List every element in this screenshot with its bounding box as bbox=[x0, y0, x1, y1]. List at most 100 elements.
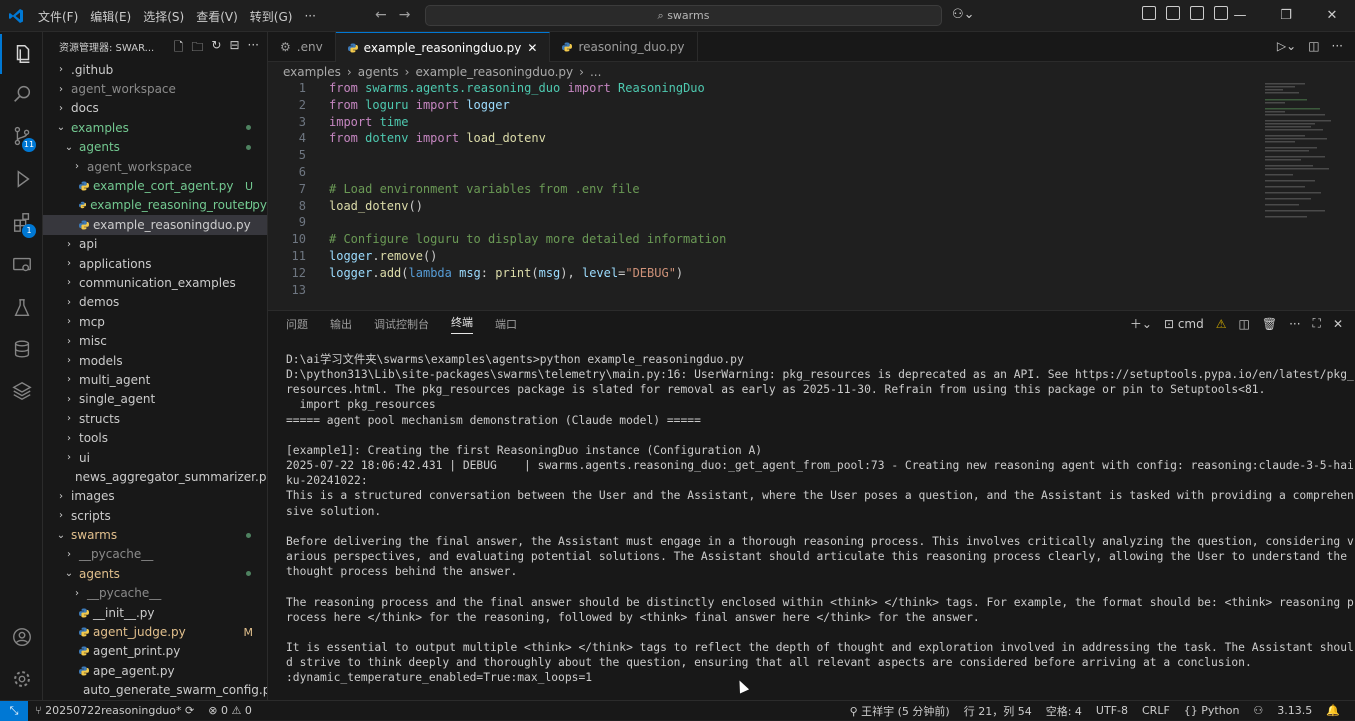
code-line[interactable]: 11 logger.remove() bbox=[268, 249, 1355, 266]
kill-terminal-icon[interactable]: 🗑 bbox=[1262, 317, 1277, 331]
new-file-icon[interactable]: 🗋 bbox=[174, 38, 184, 59]
close-panel-icon[interactable]: ✕ bbox=[1333, 317, 1343, 331]
editor-tab[interactable]: ⚙ .env bbox=[268, 32, 336, 62]
forward-arrow-icon[interactable]: → bbox=[399, 7, 411, 23]
panel-tab[interactable]: 问题 bbox=[286, 316, 308, 332]
code-line[interactable]: 9 bbox=[268, 215, 1355, 232]
more-actions-icon[interactable]: ··· bbox=[1332, 39, 1343, 53]
code-line[interactable]: 10 # Configure loguru to display more det… bbox=[268, 232, 1355, 249]
menu-item[interactable]: 文件(F) bbox=[32, 8, 84, 25]
folder-item[interactable]: › .github bbox=[43, 60, 267, 79]
run-debug-icon[interactable] bbox=[0, 159, 43, 199]
folder-item[interactable]: › images bbox=[43, 487, 267, 506]
folder-item[interactable]: › agent_workspace bbox=[43, 157, 267, 176]
back-arrow-icon[interactable]: ← bbox=[375, 7, 387, 23]
new-terminal-icon[interactable]: ＋⌄ bbox=[1130, 315, 1152, 332]
refresh-icon[interactable]: ↻ bbox=[211, 38, 221, 59]
code-line[interactable]: 7 # Load environment variables from .env … bbox=[268, 182, 1355, 199]
terminal-output[interactable]: D:\ai学习文件夹\swarms\examples\agents>python… bbox=[286, 352, 1354, 685]
folder-item[interactable]: › __pycache__ bbox=[43, 584, 267, 603]
account-icon[interactable] bbox=[0, 617, 43, 657]
search-view-icon[interactable] bbox=[0, 74, 43, 114]
maximize-panel-icon[interactable]: ⛶ bbox=[1313, 316, 1321, 331]
file-item[interactable]: example_reasoning_router.py U bbox=[43, 196, 267, 215]
restore-icon[interactable]: ❐ bbox=[1263, 0, 1309, 32]
code-line[interactable]: 4 from dotenv import load_dotenv bbox=[268, 131, 1355, 148]
menu-item[interactable]: 查看(V) bbox=[190, 8, 244, 25]
folder-item[interactable]: › mcp bbox=[43, 312, 267, 331]
file-item[interactable]: __init__.py bbox=[43, 603, 267, 622]
settings-gear-icon[interactable] bbox=[0, 659, 43, 699]
breadcrumb-item[interactable]: agents bbox=[358, 65, 399, 79]
testing-icon[interactable] bbox=[0, 288, 43, 328]
blame-status[interactable]: ⚲ 王祥宇 (5 分钟前) bbox=[843, 703, 957, 719]
panel-tab[interactable]: 调试控制台 bbox=[374, 316, 429, 332]
terminal-shell-icon[interactable]: ⊡ cmd bbox=[1164, 317, 1204, 331]
editor-tab[interactable]: reasoning_duo.py bbox=[550, 32, 698, 62]
remote-indicator-icon[interactable]: ⤡ bbox=[0, 700, 28, 721]
folder-item[interactable]: ⌄ agents bbox=[43, 138, 267, 157]
minimize-icon[interactable]: — bbox=[1217, 0, 1263, 32]
file-item[interactable]: agent_judge.py M bbox=[43, 622, 267, 641]
folder-item[interactable]: › docs bbox=[43, 99, 267, 118]
run-icon[interactable]: ▷⌄ bbox=[1277, 39, 1296, 53]
folder-item[interactable]: › ui bbox=[43, 448, 267, 467]
folder-item[interactable]: › single_agent bbox=[43, 390, 267, 409]
toggle-panel-icon[interactable] bbox=[1190, 6, 1204, 20]
file-item[interactable]: news_aggregator_summarizer.py bbox=[43, 467, 267, 486]
folder-item[interactable]: › communication_examples bbox=[43, 273, 267, 292]
layers-icon[interactable] bbox=[0, 371, 43, 411]
collapse-all-icon[interactable]: ⊟ bbox=[229, 38, 239, 59]
copilot-status-icon[interactable]: ⚇ bbox=[1246, 704, 1270, 717]
folder-item[interactable]: › api bbox=[43, 235, 267, 254]
copilot-icon[interactable]: ⚇⌄ bbox=[952, 7, 975, 22]
code-line[interactable]: 8 load_dotenv() bbox=[268, 199, 1355, 216]
file-item[interactable]: auto_generate_swarm_config.py bbox=[43, 681, 267, 700]
layout-toggle-icon[interactable] bbox=[1142, 6, 1156, 20]
folder-item[interactable]: ⌄ examples bbox=[43, 118, 267, 137]
language-mode[interactable]: {} Python bbox=[1177, 704, 1247, 717]
command-center-search[interactable]: ⌕ swarms bbox=[425, 5, 942, 26]
breadcrumb-item[interactable]: example_reasoningduo.py bbox=[415, 65, 573, 79]
folder-item[interactable]: › models bbox=[43, 351, 267, 370]
split-terminal-icon[interactable]: ◫ bbox=[1239, 317, 1250, 331]
code-line[interactable]: 3 import time bbox=[268, 115, 1355, 132]
source-control-icon[interactable]: 11 bbox=[0, 116, 43, 156]
file-item[interactable]: ape_agent.py bbox=[43, 661, 267, 680]
folder-item[interactable]: › __pycache__ bbox=[43, 545, 267, 564]
folder-item[interactable]: › multi_agent bbox=[43, 370, 267, 389]
panel-tab[interactable]: 输出 bbox=[330, 316, 352, 332]
breadcrumb-item[interactable]: ... bbox=[590, 65, 601, 79]
editor-tab[interactable]: example_reasoningduo.py ✕ bbox=[335, 32, 551, 62]
extensions-icon[interactable]: 1 bbox=[0, 202, 43, 242]
close-tab-icon[interactable]: ✕ bbox=[527, 41, 537, 55]
warning-icon[interactable]: ⚠ bbox=[1216, 317, 1227, 331]
close-icon[interactable]: ✕ bbox=[1309, 0, 1355, 32]
menu-item[interactable]: 选择(S) bbox=[137, 8, 190, 25]
code-line[interactable]: 2 from loguru import logger bbox=[268, 98, 1355, 115]
folder-item[interactable]: › misc bbox=[43, 331, 267, 350]
panel-tab[interactable]: 终端 bbox=[451, 314, 473, 334]
notifications-icon[interactable]: 🔔 bbox=[1319, 704, 1347, 717]
panel-tab[interactable]: 端口 bbox=[495, 316, 517, 332]
code-line[interactable]: 1 from swarms.agents.reasoning_duo import… bbox=[268, 81, 1355, 98]
branch-status[interactable]: ⑂ 20250722reasoningduo* ⟳ bbox=[28, 704, 201, 717]
code-line[interactable]: 12 logger.add(lambda msg: print(msg), lev… bbox=[268, 266, 1355, 283]
more-actions-icon[interactable]: ··· bbox=[1289, 317, 1300, 331]
folder-item[interactable]: › scripts bbox=[43, 506, 267, 525]
indentation[interactable]: 空格: 4 bbox=[1039, 703, 1089, 719]
new-folder-icon[interactable]: 🗀 bbox=[191, 38, 203, 59]
folder-item[interactable]: › structs bbox=[43, 409, 267, 428]
folder-item[interactable]: › demos bbox=[43, 293, 267, 312]
menu-item[interactable]: 转到(G) bbox=[244, 8, 299, 25]
folder-item[interactable]: ⌄ swarms bbox=[43, 525, 267, 544]
remote-explorer-icon[interactable] bbox=[0, 245, 43, 285]
code-line[interactable]: 5 bbox=[268, 148, 1355, 165]
code-lines[interactable]: 1 from swarms.agents.reasoning_duo import… bbox=[268, 81, 1355, 299]
line-ending[interactable]: CRLF bbox=[1135, 704, 1177, 717]
menu-item[interactable]: 编辑(E) bbox=[84, 8, 137, 25]
split-editor-icon[interactable]: ◫ bbox=[1308, 39, 1319, 53]
code-line[interactable]: 13 bbox=[268, 283, 1355, 300]
menu-item[interactable]: ··· bbox=[298, 9, 321, 23]
more-actions-icon[interactable]: ··· bbox=[248, 38, 259, 59]
